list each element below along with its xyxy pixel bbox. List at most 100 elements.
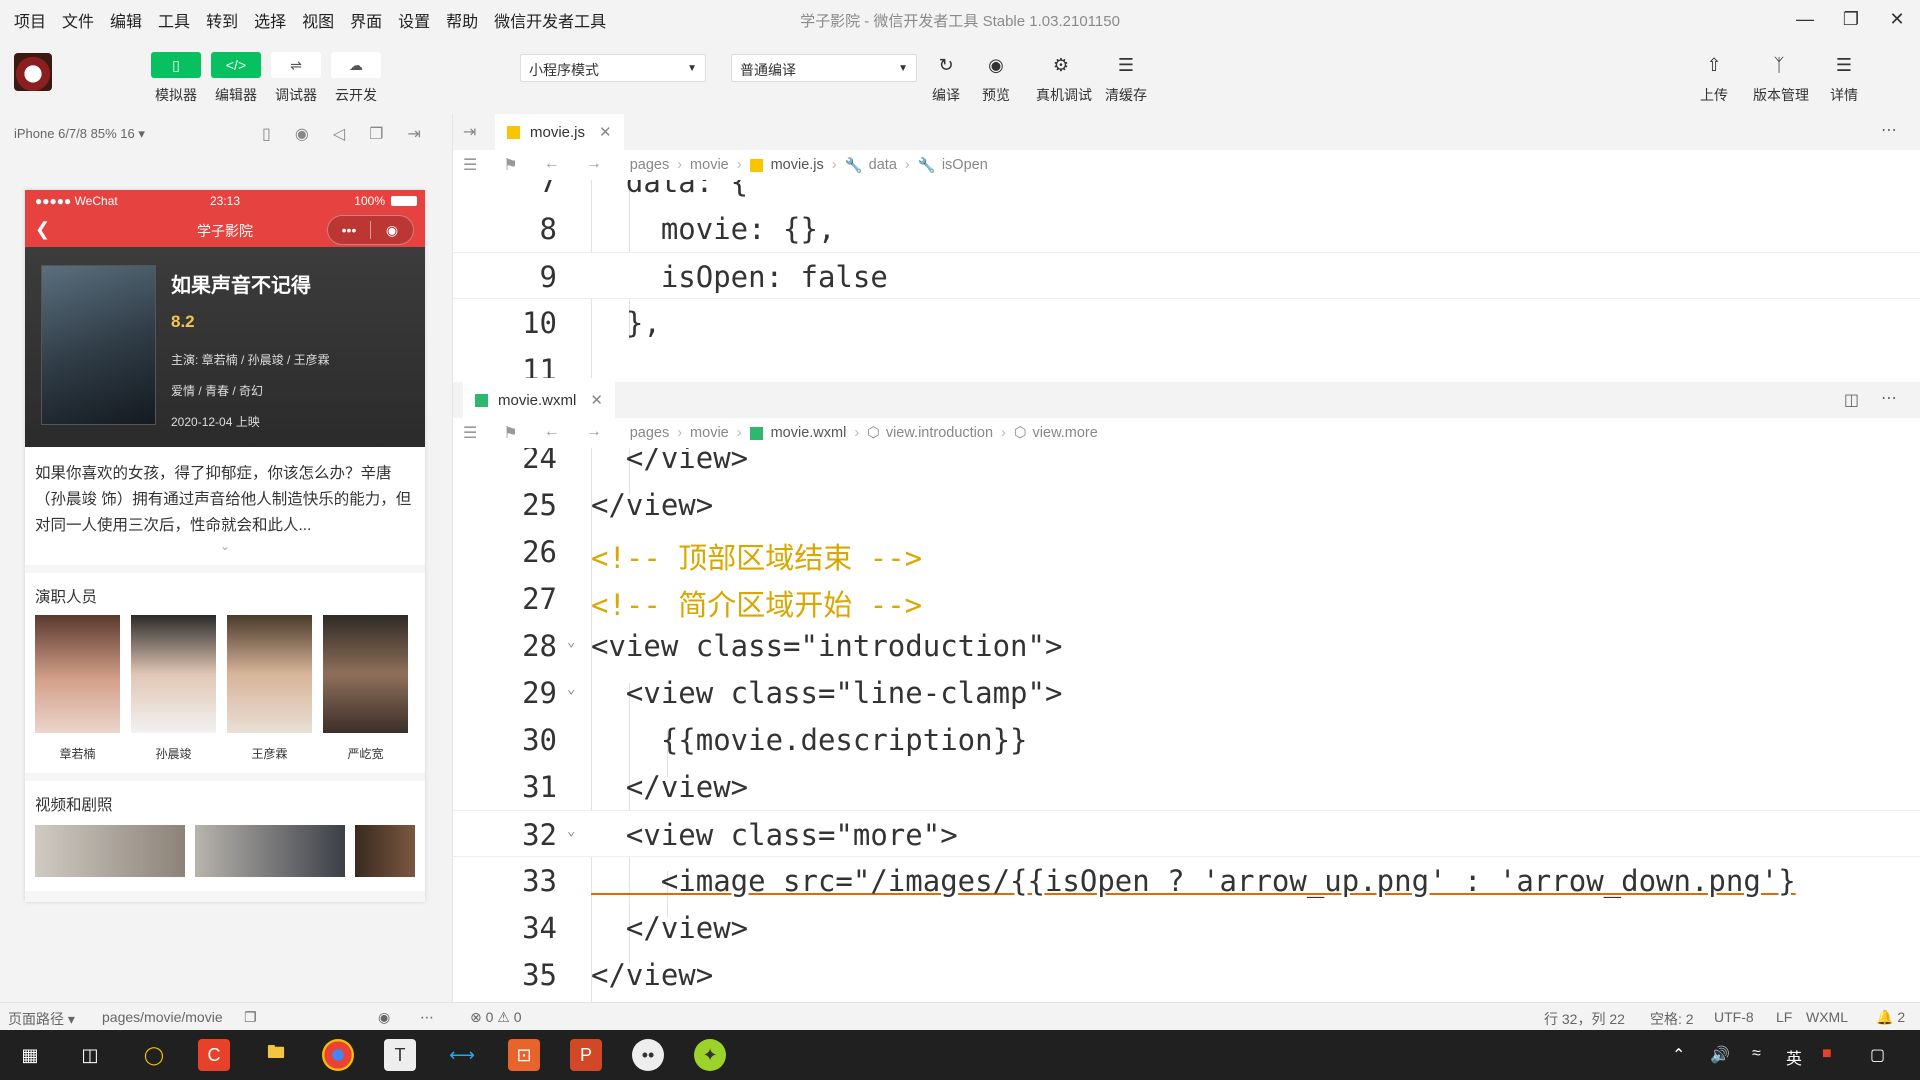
more-icon[interactable]: ⋯ xyxy=(420,1009,434,1026)
device-select[interactable]: iPhone 6/7/8 85% 16 ▾ xyxy=(14,126,145,142)
editor-toggle[interactable]: </> 编辑器 xyxy=(211,52,261,105)
menu-goto[interactable]: 转到 xyxy=(206,8,238,32)
split-editor-icon[interactable]: ◫ xyxy=(1844,390,1859,410)
crumb[interactable]: isOpen xyxy=(942,157,988,173)
vscode-icon[interactable]: ⟷ xyxy=(446,1039,478,1071)
menu-interface[interactable]: 界面 xyxy=(350,8,382,32)
capsule-menu[interactable]: ••• ◉ xyxy=(327,215,414,245)
compile-select[interactable]: 普通编译 ▼ xyxy=(731,54,917,82)
bookmark-icon[interactable]: ⚑ xyxy=(503,155,517,175)
menu-project[interactable]: 项目 xyxy=(14,8,46,32)
volume-icon[interactable]: 🔊 xyxy=(1710,1045,1730,1065)
chevron-down-icon[interactable]: ⌄ xyxy=(567,681,575,697)
wechat-devtools-icon[interactable]: •• xyxy=(632,1039,664,1071)
volume-icon[interactable]: ◁ xyxy=(333,124,345,144)
notification-icon[interactable]: ▢ xyxy=(1870,1045,1885,1065)
version-button[interactable]: ᛉ 版本管理 xyxy=(1753,52,1809,105)
cast-member[interactable]: 孙晨竣 xyxy=(131,615,216,762)
menu-select[interactable]: 选择 xyxy=(254,8,286,32)
cast-member[interactable]: 章若楠 xyxy=(35,615,120,762)
folder-icon[interactable]: 🖿 xyxy=(260,1039,292,1071)
forward-arrow-icon[interactable]: → xyxy=(586,155,602,175)
page-path-toggle[interactable]: 页面路径 ▾ xyxy=(8,1009,75,1029)
menu-wechat-devtools[interactable]: 微信开发者工具 xyxy=(494,8,606,32)
crumb[interactable]: view.more xyxy=(1033,425,1098,441)
preview-button[interactable]: ◉ 预览 xyxy=(971,52,1021,105)
crumb[interactable]: pages xyxy=(630,425,670,441)
crumb[interactable]: data xyxy=(869,157,897,173)
minimize-icon[interactable]: — xyxy=(1782,0,1828,38)
dock-icon[interactable]: ⇥ xyxy=(463,122,476,142)
language-mode[interactable]: WXML xyxy=(1806,1009,1848,1025)
more-icon[interactable]: ⋯ xyxy=(1881,120,1897,140)
photo-thumbnail[interactable] xyxy=(355,825,415,877)
list-icon[interactable]: ☰ xyxy=(463,155,477,175)
problems-count[interactable]: ⊗ 0 ⚠ 0 xyxy=(470,1009,522,1026)
copy-icon[interactable]: ❐ xyxy=(244,1009,257,1026)
phone-icon[interactable]: ▯ xyxy=(262,124,271,144)
crumb[interactable]: movie xyxy=(690,425,729,441)
menu-help[interactable]: 帮助 xyxy=(446,8,478,32)
app-icon[interactable]: C xyxy=(198,1039,230,1071)
upload-button[interactable]: ⇧ 上传 xyxy=(1689,52,1739,105)
app-tray-icon[interactable]: ■ xyxy=(1822,1045,1832,1063)
ime-indicator[interactable]: 英 xyxy=(1786,1045,1802,1069)
line-ending[interactable]: LF xyxy=(1776,1009,1792,1025)
chevron-down-icon[interactable]: ⌄ xyxy=(567,823,575,839)
crumb[interactable]: pages xyxy=(630,157,670,173)
search-circle-icon[interactable]: ◯ xyxy=(138,1039,170,1071)
simulator-toggle[interactable]: ▯ 模拟器 xyxy=(151,52,201,105)
clear-cache-button[interactable]: ☰ 清缓存 xyxy=(1101,52,1151,105)
forward-arrow-icon[interactable]: → xyxy=(586,423,602,443)
file-encoding[interactable]: UTF-8 xyxy=(1714,1009,1754,1025)
dock-icon[interactable]: ⇥ xyxy=(407,124,420,144)
wifi-icon[interactable]: ≈ xyxy=(1752,1045,1761,1063)
mode-select[interactable]: 小程序模式 ▼ xyxy=(520,54,706,82)
chrome-icon[interactable] xyxy=(322,1039,354,1071)
powerpoint-icon[interactable]: P xyxy=(570,1039,602,1071)
photo-thumbnail[interactable] xyxy=(195,825,345,877)
menu-settings[interactable]: 设置 xyxy=(398,8,430,32)
back-arrow-icon[interactable]: ← xyxy=(544,155,560,175)
debugger-toggle[interactable]: ⇌ 调试器 xyxy=(271,52,321,105)
cursor-position[interactable]: 行 32，列 22 xyxy=(1544,1009,1625,1029)
eye-icon[interactable]: ◉ xyxy=(378,1009,390,1026)
cloud-button[interactable]: ☁ 云开发 xyxy=(331,52,381,105)
more-icon[interactable]: ⋯ xyxy=(1881,388,1897,408)
back-arrow-icon[interactable]: ← xyxy=(544,423,560,443)
photo-thumbnail[interactable] xyxy=(35,825,185,877)
cast-member[interactable]: 严屹宽 xyxy=(323,615,408,762)
menu-edit[interactable]: 编辑 xyxy=(110,8,142,32)
typora-icon[interactable]: T xyxy=(384,1039,416,1071)
tab-movie-js[interactable]: movie.js ✕ xyxy=(495,114,624,150)
more-icon[interactable]: ••• xyxy=(328,222,370,238)
chevron-up-icon[interactable]: ⌃ xyxy=(1672,1045,1685,1065)
menu-file[interactable]: 文件 xyxy=(62,8,94,32)
code-pane-bottom[interactable]: 24 </view> 25 </view> 26 <!-- 顶部区域结束 --> 2… xyxy=(453,448,1920,1002)
close-icon[interactable]: ✕ xyxy=(1874,0,1920,38)
indent-spaces[interactable]: 空格: 2 xyxy=(1650,1009,1694,1029)
bookmark-icon[interactable]: ⚑ xyxy=(503,423,517,443)
crumb[interactable]: movie xyxy=(690,157,729,173)
code-pane-top[interactable]: 7 data: { 8 movie: {}, 9 isOpen: false 1… xyxy=(453,180,1920,378)
avatar[interactable] xyxy=(14,53,52,91)
window-icon[interactable]: ❐ xyxy=(369,124,383,144)
cast-member[interactable]: 王彦霖 xyxy=(227,615,312,762)
task-view-icon[interactable]: ◫ xyxy=(74,1039,106,1071)
crumb[interactable]: movie.js xyxy=(771,157,824,173)
compile-button[interactable]: ↻ 编译 xyxy=(921,52,971,105)
windows-start-icon[interactable]: ▦ xyxy=(14,1039,46,1071)
crumb[interactable]: view.introduction xyxy=(886,425,993,441)
details-button[interactable]: ☰ 详情 xyxy=(1819,52,1869,105)
app-icon[interactable]: ✦ xyxy=(694,1039,726,1071)
crumb[interactable]: movie.wxml xyxy=(771,425,847,441)
app-icon[interactable]: ⊡ xyxy=(508,1039,540,1071)
tab-movie-wxml[interactable]: movie.wxml ✕ xyxy=(463,382,615,418)
notifications-count[interactable]: 🔔 2 xyxy=(1876,1009,1905,1026)
list-icon[interactable]: ☰ xyxy=(463,423,477,443)
close-circle-icon[interactable]: ◉ xyxy=(371,222,413,239)
remote-debug-button[interactable]: ⚙ 真机调试 xyxy=(1036,52,1092,105)
restore-icon[interactable]: ❐ xyxy=(1828,0,1874,38)
record-icon[interactable]: ◉ xyxy=(295,124,309,144)
chevron-down-icon[interactable]: ⌄ xyxy=(567,634,575,650)
